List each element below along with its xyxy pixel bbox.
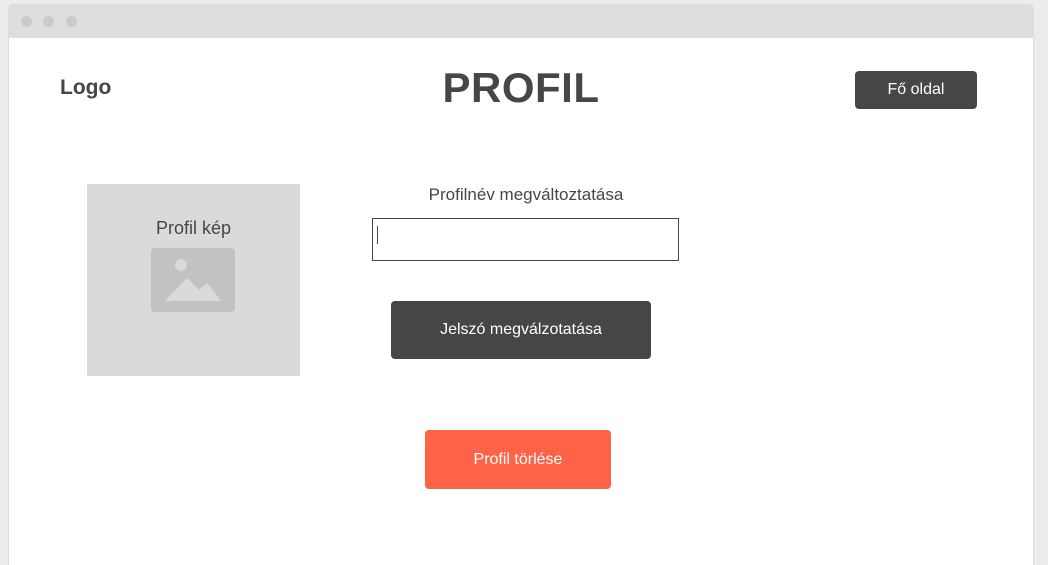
home-button[interactable]: Fő oldal xyxy=(855,71,977,109)
window-minimize-dot[interactable] xyxy=(43,16,54,27)
profile-image-label: Profil kép xyxy=(155,218,232,238)
delete-profile-button[interactable]: Profil törlése xyxy=(425,430,611,489)
browser-window: Logo PROFIL Fő oldal Profil kép Profilné… xyxy=(9,5,1033,565)
profile-name-label: Profilnév megváltoztatása xyxy=(428,185,624,204)
profile-name-input[interactable] xyxy=(372,218,679,261)
text-caret xyxy=(377,226,378,244)
window-maximize-dot[interactable] xyxy=(66,16,77,27)
profile-image-placeholder[interactable]: Profil kép xyxy=(87,184,300,376)
window-close-dot[interactable] xyxy=(21,16,32,27)
change-password-button[interactable]: Jelszó megválzotatása xyxy=(391,301,651,359)
window-titlebar xyxy=(9,5,1033,38)
image-placeholder-icon xyxy=(151,248,235,312)
